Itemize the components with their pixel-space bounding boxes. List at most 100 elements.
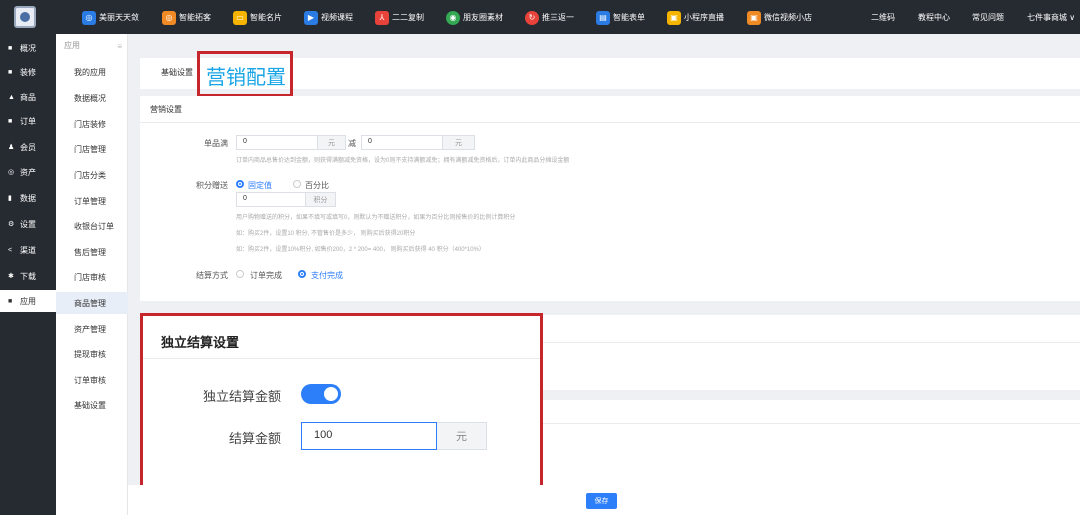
- main-content: 基础设置 营销配置 营销设置 单品满 0 元 减 0 元 订单内商品总售价达到金…: [128, 34, 1080, 515]
- moments-icon: ◉: [446, 10, 460, 25]
- decorate-icon: ■: [8, 68, 13, 76]
- sidebar-label: 概况: [20, 43, 36, 53]
- sidebar-item-apps[interactable]: ■ 应用: [0, 290, 56, 312]
- member-icon: ♟: [8, 144, 15, 151]
- divider: [140, 122, 1080, 123]
- sidebar-item-goods[interactable]: ▲ 商品: [0, 86, 56, 108]
- tag-icon: ◎: [82, 10, 96, 25]
- gear-icon: ⚙: [8, 221, 15, 228]
- points-percent-radio[interactable]: [293, 180, 301, 188]
- form-icon: ▤: [596, 10, 610, 25]
- independent-toggle-label: 独立结算金额: [203, 389, 282, 404]
- sidebar-label: 装修: [20, 67, 36, 77]
- sidebar-item-assets[interactable]: ◎ 资产: [0, 161, 56, 183]
- topnav-item-10[interactable]: ▣ 微信视频小店: [747, 10, 812, 25]
- points-hint-3: 如：购买2件，设置10%积分, 如售价200，2 * 200= 400， 则购买…: [236, 247, 485, 253]
- points-fixed-radio[interactable]: [236, 180, 244, 188]
- subnav-item[interactable]: 收银台订单: [56, 215, 128, 237]
- sidebar-label: 数据: [20, 193, 36, 203]
- topnav-item-5[interactable]: ⅄ 二二复制: [375, 10, 424, 25]
- subnav-item[interactable]: 门店管理: [56, 138, 128, 160]
- tutorial-link[interactable]: 教程中心: [918, 12, 950, 23]
- topnav-label: 美丽天天敛: [99, 13, 139, 22]
- store-icon: ▣: [747, 10, 761, 25]
- share-icon: <: [8, 246, 13, 254]
- subnav-item[interactable]: 数据概况: [56, 87, 128, 109]
- subnav-item[interactable]: 资产管理: [56, 318, 128, 340]
- live-icon: ▣: [667, 10, 681, 25]
- sidebar-label: 商品: [20, 92, 36, 102]
- points-label: 积分赠送: [196, 181, 228, 190]
- topnav-label: 视频课程: [321, 13, 353, 22]
- topnav-item-1[interactable]: ◎ 美丽天天敛: [82, 10, 139, 25]
- subnav-item[interactable]: 门店审核: [56, 266, 128, 288]
- topnav-label: 推三返一: [542, 13, 574, 22]
- download-icon: ✱: [8, 273, 14, 280]
- sidebar-item-download[interactable]: ✱ 下载: [0, 265, 56, 287]
- single-full-input[interactable]: 0: [236, 135, 318, 150]
- sidebar-item-channels[interactable]: < 渠道: [0, 239, 56, 261]
- apps-icon: ■: [8, 297, 13, 305]
- topnav-item-8[interactable]: ▤ 智能表单: [596, 10, 645, 25]
- topnav-label: 智能名片: [250, 13, 282, 22]
- highlight-box: [197, 51, 293, 97]
- points-hint-1: 用户购物赠送的积分，如果不填写或填写0，则默认为不赠送积分，如果为百分比则按售价…: [236, 215, 516, 221]
- settle-payment-complete-label[interactable]: 支付完成: [311, 270, 343, 281]
- sidebar-label: 订单: [20, 116, 36, 126]
- qrcode-link[interactable]: 二维码: [871, 12, 895, 23]
- overview-icon: ■: [8, 44, 13, 52]
- subnav-item[interactable]: 售后管理: [56, 241, 128, 263]
- settle-payment-complete-radio[interactable]: [298, 270, 306, 278]
- amount-label: 结算金额: [229, 431, 282, 446]
- sidebar-item-overview[interactable]: ■ 概况: [0, 37, 56, 59]
- subnav-item[interactable]: 订单审核: [56, 369, 128, 391]
- sidebar-label: 会员: [20, 142, 36, 152]
- topnav-item-7[interactable]: ↻ 推三返一: [525, 10, 574, 25]
- logo[interactable]: [14, 6, 36, 28]
- points-input[interactable]: 0: [236, 192, 306, 207]
- topnav-item-4[interactable]: ▶ 视频课程: [304, 10, 353, 25]
- topnav-item-9[interactable]: ▣ 小程序直播: [667, 10, 724, 25]
- topnav-label: 二二复制: [392, 13, 424, 22]
- points-fixed-label[interactable]: 固定值: [248, 180, 272, 191]
- minus-label: 减: [348, 139, 356, 148]
- unit-addon: 元: [443, 135, 475, 150]
- subnav-item[interactable]: 门店分类: [56, 164, 128, 186]
- divider: [543, 423, 1080, 424]
- independent-title: 独立结算设置: [161, 335, 240, 350]
- sub-sidebar-header: 应用 ≡: [56, 40, 128, 56]
- subnav-item[interactable]: 基础设置: [56, 394, 128, 416]
- subnav-item-active[interactable]: 商品管理: [56, 292, 128, 314]
- subnav-item[interactable]: 订单管理: [56, 190, 128, 212]
- points-percent-label[interactable]: 百分比: [305, 180, 329, 191]
- unit-addon: 元: [318, 135, 346, 150]
- subnav-item[interactable]: 我的应用: [56, 61, 128, 83]
- account-dropdown[interactable]: 七件事商城 ∨: [1027, 12, 1075, 23]
- topnav-item-2[interactable]: ◎ 智能拓客: [162, 10, 211, 25]
- faq-link[interactable]: 常见问题: [972, 12, 1004, 23]
- menu-icon[interactable]: ≡: [117, 42, 122, 51]
- sidebar-item-settings[interactable]: ⚙ 设置: [0, 213, 56, 235]
- subnav-item[interactable]: 门店装修: [56, 113, 128, 135]
- sidebar-item-orders[interactable]: ■ 订单: [0, 110, 56, 132]
- tab-basic-settings[interactable]: 基础设置: [161, 67, 193, 78]
- subnav-item[interactable]: 提现审核: [56, 343, 128, 365]
- settle-order-complete-radio[interactable]: [236, 270, 244, 278]
- topnav-item-6[interactable]: ◉ 朋友圈素材: [446, 10, 503, 25]
- share-icon: ⅄: [375, 10, 389, 25]
- sidebar-item-data[interactable]: ▮ 数据: [0, 187, 56, 209]
- topnav-item-3[interactable]: ▭ 智能名片: [233, 10, 282, 25]
- sidebar-item-members[interactable]: ♟ 会员: [0, 136, 56, 158]
- minus-input[interactable]: 0: [361, 135, 443, 150]
- goods-icon: ▲: [8, 93, 15, 101]
- section-title: 营销设置: [150, 105, 182, 114]
- sub-sidebar-title: 应用: [64, 41, 80, 50]
- sidebar-item-decorate[interactable]: ■ 装修: [0, 61, 56, 83]
- amount-input[interactable]: 100: [301, 422, 437, 450]
- settle-order-complete-label[interactable]: 订单完成: [250, 270, 282, 281]
- settle-label: 结算方式: [196, 271, 228, 280]
- orders-icon: ■: [8, 117, 13, 125]
- independent-toggle[interactable]: [301, 384, 341, 404]
- save-button[interactable]: 保存: [586, 493, 617, 509]
- divider: [543, 342, 1080, 343]
